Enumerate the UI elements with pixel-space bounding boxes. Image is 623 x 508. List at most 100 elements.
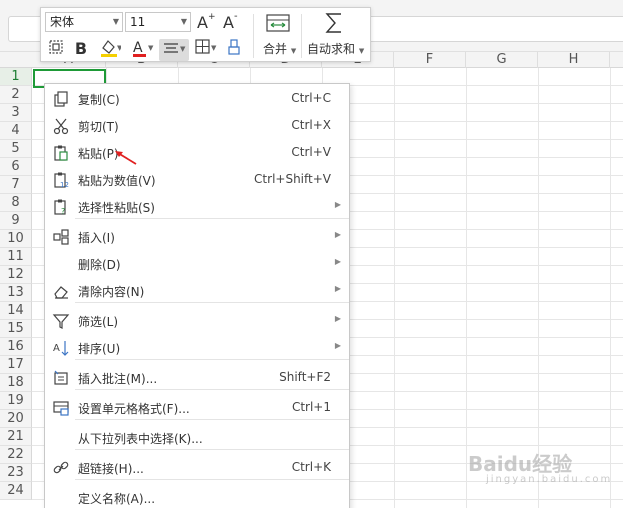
bold-icon: B [74,39,88,58]
row-header-9[interactable]: 9 [0,212,32,230]
svg-text:A: A [223,13,234,31]
annotation-arrow [115,151,137,165]
row-header-10[interactable]: 10 [0,230,32,248]
row-header-1[interactable]: 1 [0,68,32,86]
row-header-17[interactable]: 17 [0,356,32,374]
brush-icon [228,39,240,55]
font-color-button[interactable]: A ▼ [129,38,157,60]
font-decrease-icon: A- [223,11,238,32]
baidu-watermark-url: jingyan.baidu.com [486,474,613,485]
row-header-8[interactable]: 8 [0,194,32,212]
menu-item-label: 筛选(L) [78,315,119,329]
borders-button[interactable]: ▼ [193,38,219,60]
row-header-14[interactable]: 14 [0,302,32,320]
menu-item[interactable]: 12 粘贴为数值(V) Ctrl+Shift+V [45,167,349,193]
fill-color-icon: ▼ [101,40,123,57]
svg-text:12: 12 [60,181,69,189]
menu-item[interactable]: 超链接(H)... Ctrl+K [45,455,349,481]
align-center-icon: ▼ [164,43,186,53]
row-header-12[interactable]: 12 [0,266,32,284]
borders-icon: ▼ [195,39,217,54]
row-header-3[interactable]: 3 [0,104,32,122]
bold-button[interactable]: B [71,38,91,60]
submenu-arrow-icon: ▶ [334,200,341,209]
menu-item[interactable]: 清除内容(N) ▶ [45,278,349,304]
svg-text:▼: ▼ [148,44,154,52]
menu-item-label: 超链接(H)... [78,462,144,476]
row-header-21[interactable]: 21 [0,428,32,446]
paste-values-icon: 12 [54,172,69,189]
mini-toolbar: 宋体 ▼ 11 ▼ A + A- B ▼ A ▼ ▼ ▼ 合并 ▼ 自动求和 ▼ [40,7,371,62]
sort-icon: A [53,341,69,356]
menu-item[interactable]: 删除(D) ▶ [45,251,349,277]
clear-format-button[interactable] [223,38,245,60]
paste-icon [54,145,68,161]
font-color-icon: A ▼ [133,40,154,57]
row-header-5[interactable]: 5 [0,140,32,158]
menu-item-label: 粘贴为数值(V) [78,174,156,188]
column-header-g[interactable]: G [466,52,538,68]
autosum-label-text: 自动求和 [307,42,356,56]
increase-font-size-button[interactable]: A + [195,11,217,33]
menu-item[interactable]: 粘贴(P) Ctrl+V [45,140,349,166]
menu-separator [75,359,349,360]
menu-item-shortcut: Ctrl+K [291,460,331,474]
menu-item[interactable]: 定义名称(A)... [45,485,349,508]
row-header-6[interactable]: 6 [0,158,32,176]
toolbar-divider [301,14,302,58]
row-header-19[interactable]: 19 [0,392,32,410]
menu-item[interactable]: 设置单元格格式(F)... Ctrl+1 [45,395,349,421]
merge-cells-label[interactable]: 合并 ▼ [263,40,296,57]
menu-item-shortcut: Ctrl+V [291,145,331,159]
menu-item-shortcut: Shift+F2 [279,370,331,384]
grid-column-line [394,68,395,508]
row-header-24[interactable]: 24 [0,482,32,500]
menu-separator [75,389,349,390]
submenu-arrow-icon: ▶ [334,284,341,293]
chevron-down-icon: ▼ [112,17,119,26]
link-icon [53,461,69,474]
row-header-2[interactable]: 2 [0,86,32,104]
merge-cells-button[interactable] [261,12,295,38]
menu-item-label: 从下拉列表中选择(K)... [78,432,203,446]
menu-item[interactable]: 复制(C) Ctrl+C [45,86,349,112]
fill-color-button[interactable]: ▼ [95,38,125,60]
baidu-watermark: Baidu经验 [468,452,573,476]
row-header-23[interactable]: 23 [0,464,32,482]
submenu-arrow-icon: ▶ [334,230,341,239]
menu-item[interactable]: A 排序(U) ▶ [45,335,349,361]
menu-item[interactable]: 从下拉列表中选择(K)... [45,425,349,451]
row-header-4[interactable]: 4 [0,122,32,140]
row-header-20[interactable]: 20 [0,410,32,428]
decrease-font-size-button[interactable]: A- [221,11,243,33]
submenu-arrow-icon: ▶ [334,257,341,266]
chevron-down-icon: ▼ [290,47,297,55]
row-header-18[interactable]: 18 [0,374,32,392]
menu-item[interactable]: 插入批注(M)... Shift+F2 [45,365,349,391]
menu-item-shortcut: Ctrl+Shift+V [254,172,331,186]
insert-icon [53,229,69,245]
autosum-label[interactable]: 自动求和 ▼ [307,40,364,57]
menu-separator [75,302,349,303]
menu-item[interactable]: 剪切(T) Ctrl+X [45,113,349,139]
row-header-11[interactable]: 11 [0,248,32,266]
font-size-select[interactable]: 11 ▼ [125,12,191,32]
grid-column-line [610,68,611,508]
row-header-15[interactable]: 15 [0,320,32,338]
align-button[interactable]: ▼ [159,39,189,61]
row-header-13[interactable]: 13 [0,284,32,302]
row-header-22[interactable]: 22 [0,446,32,464]
scissors-icon [53,118,69,135]
row-header-16[interactable]: 16 [0,338,32,356]
autosum-button[interactable] [321,10,347,38]
column-header-h[interactable]: H [538,52,610,68]
menu-item[interactable]: ? 选择性粘贴(S) ▶ [45,194,349,220]
menu-item[interactable]: 筛选(L) ▶ [45,308,349,334]
font-name-select[interactable]: 宋体 ▼ [45,12,123,32]
grid-column-line [466,68,467,508]
column-header-f[interactable]: F [394,52,466,68]
svg-text:-: - [234,11,238,22]
format-painter-button[interactable] [45,38,67,60]
menu-item[interactable]: 插入(I) ▶ [45,224,349,250]
row-header-7[interactable]: 7 [0,176,32,194]
